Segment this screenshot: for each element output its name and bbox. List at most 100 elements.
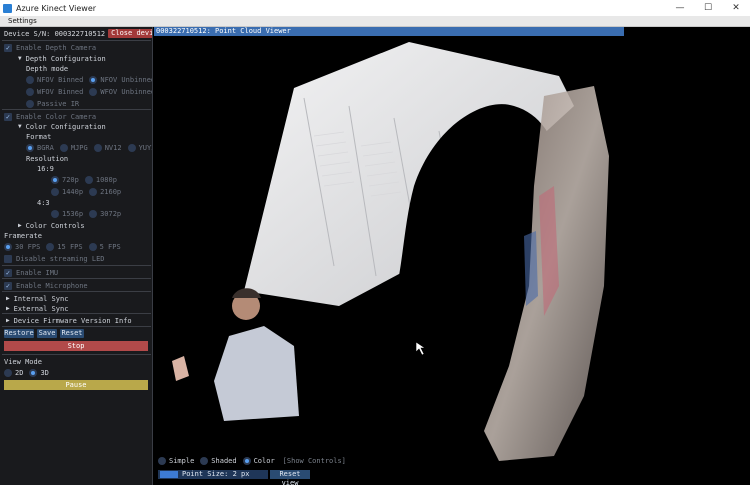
depth-mode-label: Depth mode	[26, 64, 69, 73]
device-serial-label: Device S/N: 000322710512	[4, 29, 106, 38]
seated-person-shirt	[214, 326, 299, 421]
reset-button[interactable]: Reset	[60, 329, 84, 338]
disable-led-checkbox[interactable]	[4, 254, 12, 263]
divider	[2, 40, 151, 41]
window-title: Azure Kinect Viewer	[16, 3, 97, 13]
empty-background	[624, 27, 750, 485]
maximize-button[interactable]: ☐	[694, 0, 722, 16]
color-format-label: Format	[26, 132, 52, 141]
res-4-3-row: 1536p 3072p	[51, 208, 127, 219]
divider	[2, 313, 151, 314]
framerate-15[interactable]: 15 FPS	[46, 242, 83, 251]
seated-person-hand	[172, 356, 189, 381]
stop-button[interactable]: Stop	[4, 341, 148, 351]
expanded-arrow-icon: ▼	[18, 123, 22, 130]
divider	[2, 354, 151, 355]
color-controls-label: Color Controls	[25, 221, 85, 230]
show-controls-link[interactable]: [Show Controls]	[283, 457, 346, 465]
collapsed-arrow-icon: ▶	[18, 222, 22, 229]
app-icon	[3, 3, 12, 13]
depth-mode-nfov-binned[interactable]: NFOV Binned	[26, 75, 83, 84]
res-2160p[interactable]: 2160p	[89, 187, 121, 196]
depth-mode-nfov-unbinned[interactable]: NFOV Unbinned	[89, 75, 152, 84]
view-mode-3d[interactable]: 3D	[29, 368, 49, 377]
point-cloud-canvas[interactable]	[154, 36, 624, 485]
depth-mode-row-1: NFOV Binned NFOV Unbinned	[26, 74, 152, 85]
render-mode-color[interactable]: Color	[242, 457, 275, 465]
res-1080p[interactable]: 1080p	[84, 175, 117, 184]
divider	[2, 278, 151, 279]
view-mode-label: View Mode	[4, 357, 42, 366]
enable-depth-row[interactable]: ✓ Enable Depth Camera	[4, 42, 96, 53]
disable-led-row[interactable]: Disable streaming LED	[4, 253, 105, 264]
color-format-row: BGRA MJPG NV12 YUY2	[26, 142, 152, 153]
res-720p[interactable]: 720p	[51, 175, 79, 184]
point-cloud-viewer[interactable]: 000322710512: Point Cloud Viewer Simple …	[154, 27, 624, 485]
enable-mic-row[interactable]: ✓ Enable Microphone	[4, 280, 88, 291]
aspect-4-3-label: 4:3	[37, 198, 50, 207]
depth-mode-wfov-binned[interactable]: WFOV Binned	[26, 87, 83, 96]
viewer-mode-controls: Simple Shaded Color [Show Controls]	[158, 457, 346, 465]
collapsed-arrow-icon: ▶	[6, 317, 10, 324]
depth-mode-passive-ir[interactable]: Passive IR	[26, 99, 79, 108]
viewer-title: 000322710512: Point Cloud Viewer	[154, 27, 624, 36]
divider	[2, 291, 151, 292]
res-1536p[interactable]: 1536p	[51, 209, 83, 218]
save-button[interactable]: Save	[37, 329, 57, 338]
menu-settings[interactable]: Settings	[6, 17, 39, 25]
settings-panel: Device S/N: 000322710512 Close device ✓ …	[0, 27, 153, 485]
depth-config-label: Depth Configuration	[25, 54, 106, 63]
point-size-slider[interactable]: Point Size: 2 px	[158, 470, 268, 479]
enable-depth-label: Enable Depth Camera	[16, 43, 97, 52]
enable-depth-checkbox[interactable]: ✓	[4, 43, 12, 52]
format-mjpg[interactable]: MJPG	[59, 143, 88, 152]
color-config-label: Color Configuration	[25, 122, 106, 131]
render-mode-simple[interactable]: Simple	[158, 457, 194, 465]
expanded-arrow-icon: ▼	[18, 55, 22, 62]
firmware-label: Device Firmware Version Info	[13, 316, 132, 325]
aspect-16-9-label: 16:9	[37, 164, 54, 173]
slider-handle[interactable]	[160, 471, 178, 478]
enable-color-label: Enable Color Camera	[16, 112, 97, 121]
res-16-9-row-2: 1440p 2160p	[51, 186, 127, 197]
enable-mic-label: Enable Microphone	[16, 281, 88, 290]
framerate-30[interactable]: 30 FPS	[4, 242, 40, 251]
divider	[2, 109, 151, 110]
minimize-button[interactable]: —	[666, 0, 694, 16]
disable-led-label: Disable streaming LED	[16, 254, 105, 263]
render-mode-shaded[interactable]: Shaded	[200, 457, 237, 465]
collapsed-arrow-icon: ▶	[6, 295, 10, 302]
restore-button[interactable]: Restore	[4, 329, 34, 338]
enable-mic-checkbox[interactable]: ✓	[4, 281, 12, 290]
firmware-header[interactable]: ▶ Device Firmware Version Info	[6, 315, 132, 326]
divider	[2, 265, 151, 266]
res-3072p[interactable]: 3072p	[89, 209, 121, 218]
depth-mode-row-3: Passive IR	[26, 98, 85, 109]
close-device-button[interactable]: Close device	[108, 29, 152, 38]
enable-imu-checkbox[interactable]: ✓	[4, 268, 12, 277]
framerate-label: Framerate	[4, 231, 42, 240]
format-nv12[interactable]: NV12	[93, 143, 122, 152]
close-window-button[interactable]: ✕	[722, 0, 750, 16]
view-mode-2d[interactable]: 2D	[4, 368, 23, 377]
window-titlebar: Azure Kinect Viewer — ☐ ✕	[0, 0, 750, 16]
device-row: Device S/N: 000322710512 Close device	[4, 28, 152, 39]
reset-view-button[interactable]: Reset view	[270, 470, 310, 485]
format-bgra[interactable]: BGRA	[26, 143, 54, 152]
menu-bar: Settings	[0, 16, 750, 27]
framerate-5[interactable]: 5 FPS	[88, 242, 121, 251]
depth-mode-row-2: WFOV Binned WFOV Unbinned	[26, 86, 152, 97]
depth-mode-wfov-unbinned[interactable]: WFOV Unbinned	[89, 87, 152, 96]
enable-imu-label: Enable IMU	[16, 268, 59, 277]
view-mode-row: 2D 3D	[4, 367, 55, 378]
enable-color-checkbox[interactable]: ✓	[4, 112, 12, 121]
point-size-label: Point Size: 2 px	[182, 470, 250, 478]
internal-sync-label: Internal Sync	[13, 294, 69, 303]
pause-button[interactable]: Pause	[4, 380, 148, 390]
collapsed-arrow-icon: ▶	[6, 305, 10, 312]
format-yuy2[interactable]: YUY2	[127, 143, 152, 152]
enable-imu-row[interactable]: ✓ Enable IMU	[4, 267, 58, 278]
external-sync-label: External Sync	[13, 304, 69, 313]
divider	[2, 326, 151, 327]
res-1440p[interactable]: 1440p	[51, 187, 83, 196]
